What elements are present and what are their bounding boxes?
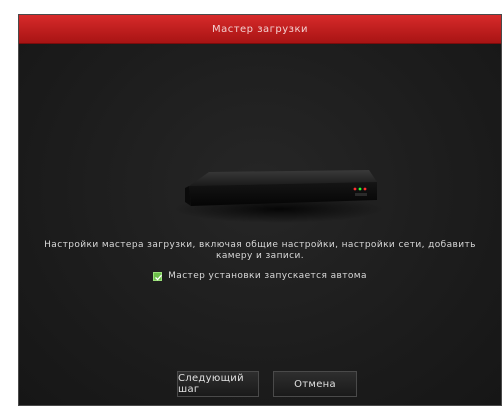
next-step-button[interactable]: Следующий шаг <box>177 371 259 397</box>
title-bar: Мастер загрузки <box>19 15 501 44</box>
cancel-button[interactable]: Отмена <box>273 371 357 397</box>
wizard-content: Настройки мастера загрузки, включая общи… <box>19 44 501 405</box>
autostart-checkbox[interactable] <box>153 271 163 281</box>
setup-wizard-window: Мастер загрузки Настройки мастера загруз… <box>18 14 502 406</box>
check-icon <box>155 274 163 281</box>
autostart-label: Мастер установки запускается автома <box>168 271 367 281</box>
window-title: Мастер загрузки <box>211 23 309 35</box>
nvr-device-icon <box>174 170 384 223</box>
autostart-option[interactable]: Мастер установки запускается автома <box>19 271 501 281</box>
wizard-description: Настройки мастера загрузки, включая общи… <box>44 240 476 261</box>
